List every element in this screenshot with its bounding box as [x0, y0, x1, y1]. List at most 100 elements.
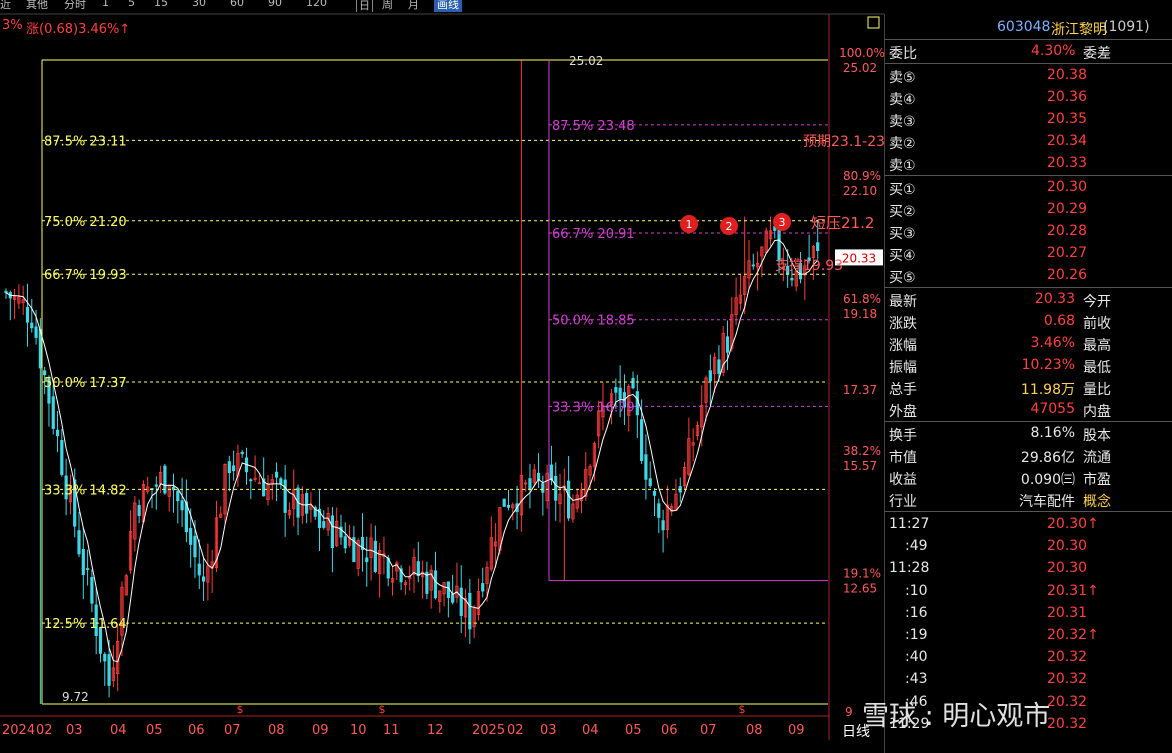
dividend-marker: $	[739, 703, 746, 716]
candle-body	[567, 480, 571, 519]
tick-time: :19	[905, 627, 928, 643]
tick-row: 11:28 20.30	[885, 557, 1172, 579]
candle-body	[614, 387, 618, 393]
x-axis-tick: 08	[268, 723, 285, 738]
candle-body	[60, 440, 64, 475]
fib-level-label: 66.7% 19.93	[44, 268, 127, 283]
candle-body	[305, 493, 309, 514]
candle-body	[640, 419, 644, 461]
candle-body	[657, 503, 661, 518]
candle-body	[189, 527, 193, 545]
x-axis-tick: 07	[700, 723, 717, 738]
candle-body	[279, 478, 283, 485]
panel-row: 最新 20.33 今开	[885, 288, 1172, 310]
row-label: 收益	[889, 472, 917, 488]
order-diff-label: 委差	[1083, 46, 1111, 62]
candle-body	[43, 370, 47, 376]
tick-price: 20.30↑	[1047, 516, 1099, 532]
change-prefix: 3%	[2, 18, 23, 33]
row-label-secondary: 前收	[1083, 316, 1111, 332]
stock-header: 603048 浙江黎明 (1091)	[885, 16, 1172, 38]
peak-marker-number: 2	[726, 220, 733, 233]
row-label: 卖④	[889, 92, 916, 108]
panel-row: 卖② 20.34	[885, 130, 1172, 152]
panel-row: 换手 8.16% 股本	[885, 422, 1172, 444]
row-label: 涨幅	[889, 338, 917, 354]
panel-row: 买④ 20.27	[885, 242, 1172, 264]
x-axis-tick: 04	[582, 723, 599, 738]
candle-body	[86, 568, 90, 570]
candle-body	[154, 484, 158, 487]
right-fib-price: 19.18	[843, 307, 877, 321]
candle-body	[197, 563, 201, 576]
tick-row: :43 20.32	[885, 668, 1172, 690]
candle-body	[90, 577, 94, 604]
candle-body	[725, 336, 730, 353]
panel-row: 市值 29.86亿 流通	[885, 444, 1172, 466]
row-label-secondary: 量比	[1083, 382, 1111, 398]
candle-body	[816, 242, 820, 251]
panel-row: 外盘 47055 内盘	[885, 398, 1172, 420]
candle-body	[661, 520, 665, 531]
tick-price: 20.32	[1047, 715, 1088, 732]
inner-fib-label: 87.5% 23.48	[552, 119, 635, 134]
dividend-marker: $	[379, 703, 386, 716]
row-value: 20.30	[1046, 179, 1087, 195]
panel-row: 行业 汽车配件 概念	[885, 488, 1172, 510]
stock-name: 浙江黎明	[1051, 22, 1107, 38]
peak-marker-number: 3	[779, 216, 786, 229]
x-axis-tick: 06	[661, 723, 678, 738]
tick-price: 20.30	[1047, 538, 1088, 555]
tick-time: :43	[905, 671, 928, 688]
candle-body	[648, 478, 652, 487]
row-value: 20.33	[1046, 155, 1087, 171]
candle-body	[51, 396, 55, 429]
row-label: 最新	[889, 294, 917, 310]
row-label-secondary: 概念	[1083, 494, 1111, 510]
candle-body	[25, 307, 30, 323]
fib-level-label: 50.0% 17.37	[44, 376, 127, 391]
row-label-secondary: 流通	[1083, 450, 1111, 466]
row-label-secondary: 最高	[1083, 338, 1111, 354]
row-value: 29.86亿	[1020, 450, 1075, 466]
row-label-secondary: 股本	[1083, 428, 1111, 444]
row-label: 买⑤	[889, 270, 916, 286]
candle-body	[631, 377, 635, 389]
candle-body	[240, 451, 244, 455]
panel-row: 卖③ 20.35	[885, 108, 1172, 130]
tick-row: :10 20.31↑	[885, 580, 1172, 602]
candle-body	[81, 548, 85, 576]
panel-row: 买② 20.29	[885, 198, 1172, 220]
candle-body	[554, 475, 558, 501]
row-label: 卖①	[889, 158, 916, 174]
right-fib-pct: 100.0%	[839, 46, 884, 60]
inner-fib-label: 33.3% 16.79	[552, 400, 635, 415]
candle-body	[502, 498, 506, 507]
right-low-label: 9	[845, 705, 853, 719]
row-value: 20.27	[1046, 245, 1087, 261]
row-label-secondary: 市盈	[1083, 472, 1111, 488]
candle-body	[330, 515, 335, 548]
panel-row: 买③ 20.28	[885, 220, 1172, 242]
row-value: 20.28	[1046, 223, 1087, 239]
panel-row: 卖① 20.33	[885, 152, 1172, 174]
row-label: 外盘	[889, 404, 917, 420]
tick-price: 20.31	[1047, 604, 1088, 621]
kline-chart[interactable]: 87.5% 23.11 75.0% 21.20 66.7% 19.93 50.0% 1…	[0, 0, 884, 753]
panel-row: 总手 11.98万 量比	[885, 376, 1172, 398]
tick-row: 11:27 20.30↑	[885, 513, 1172, 535]
x-axis-tick: 09	[788, 723, 805, 738]
moving-average-line	[5, 239, 819, 663]
candle-body	[103, 653, 107, 662]
candle-body	[137, 505, 141, 517]
row-label: 卖⑤	[889, 70, 916, 86]
row-value: 3.46%	[1030, 335, 1075, 351]
x-axis-tick: 05	[146, 723, 163, 738]
right-fib-price: 25.02	[843, 61, 877, 75]
candle-body	[176, 490, 180, 502]
candle-body	[30, 322, 34, 329]
x-axis-tick: 02	[36, 723, 53, 738]
candle-body	[201, 576, 206, 582]
inner-fib-label: 66.7% 20.91	[552, 227, 635, 242]
candle-body	[55, 429, 60, 437]
